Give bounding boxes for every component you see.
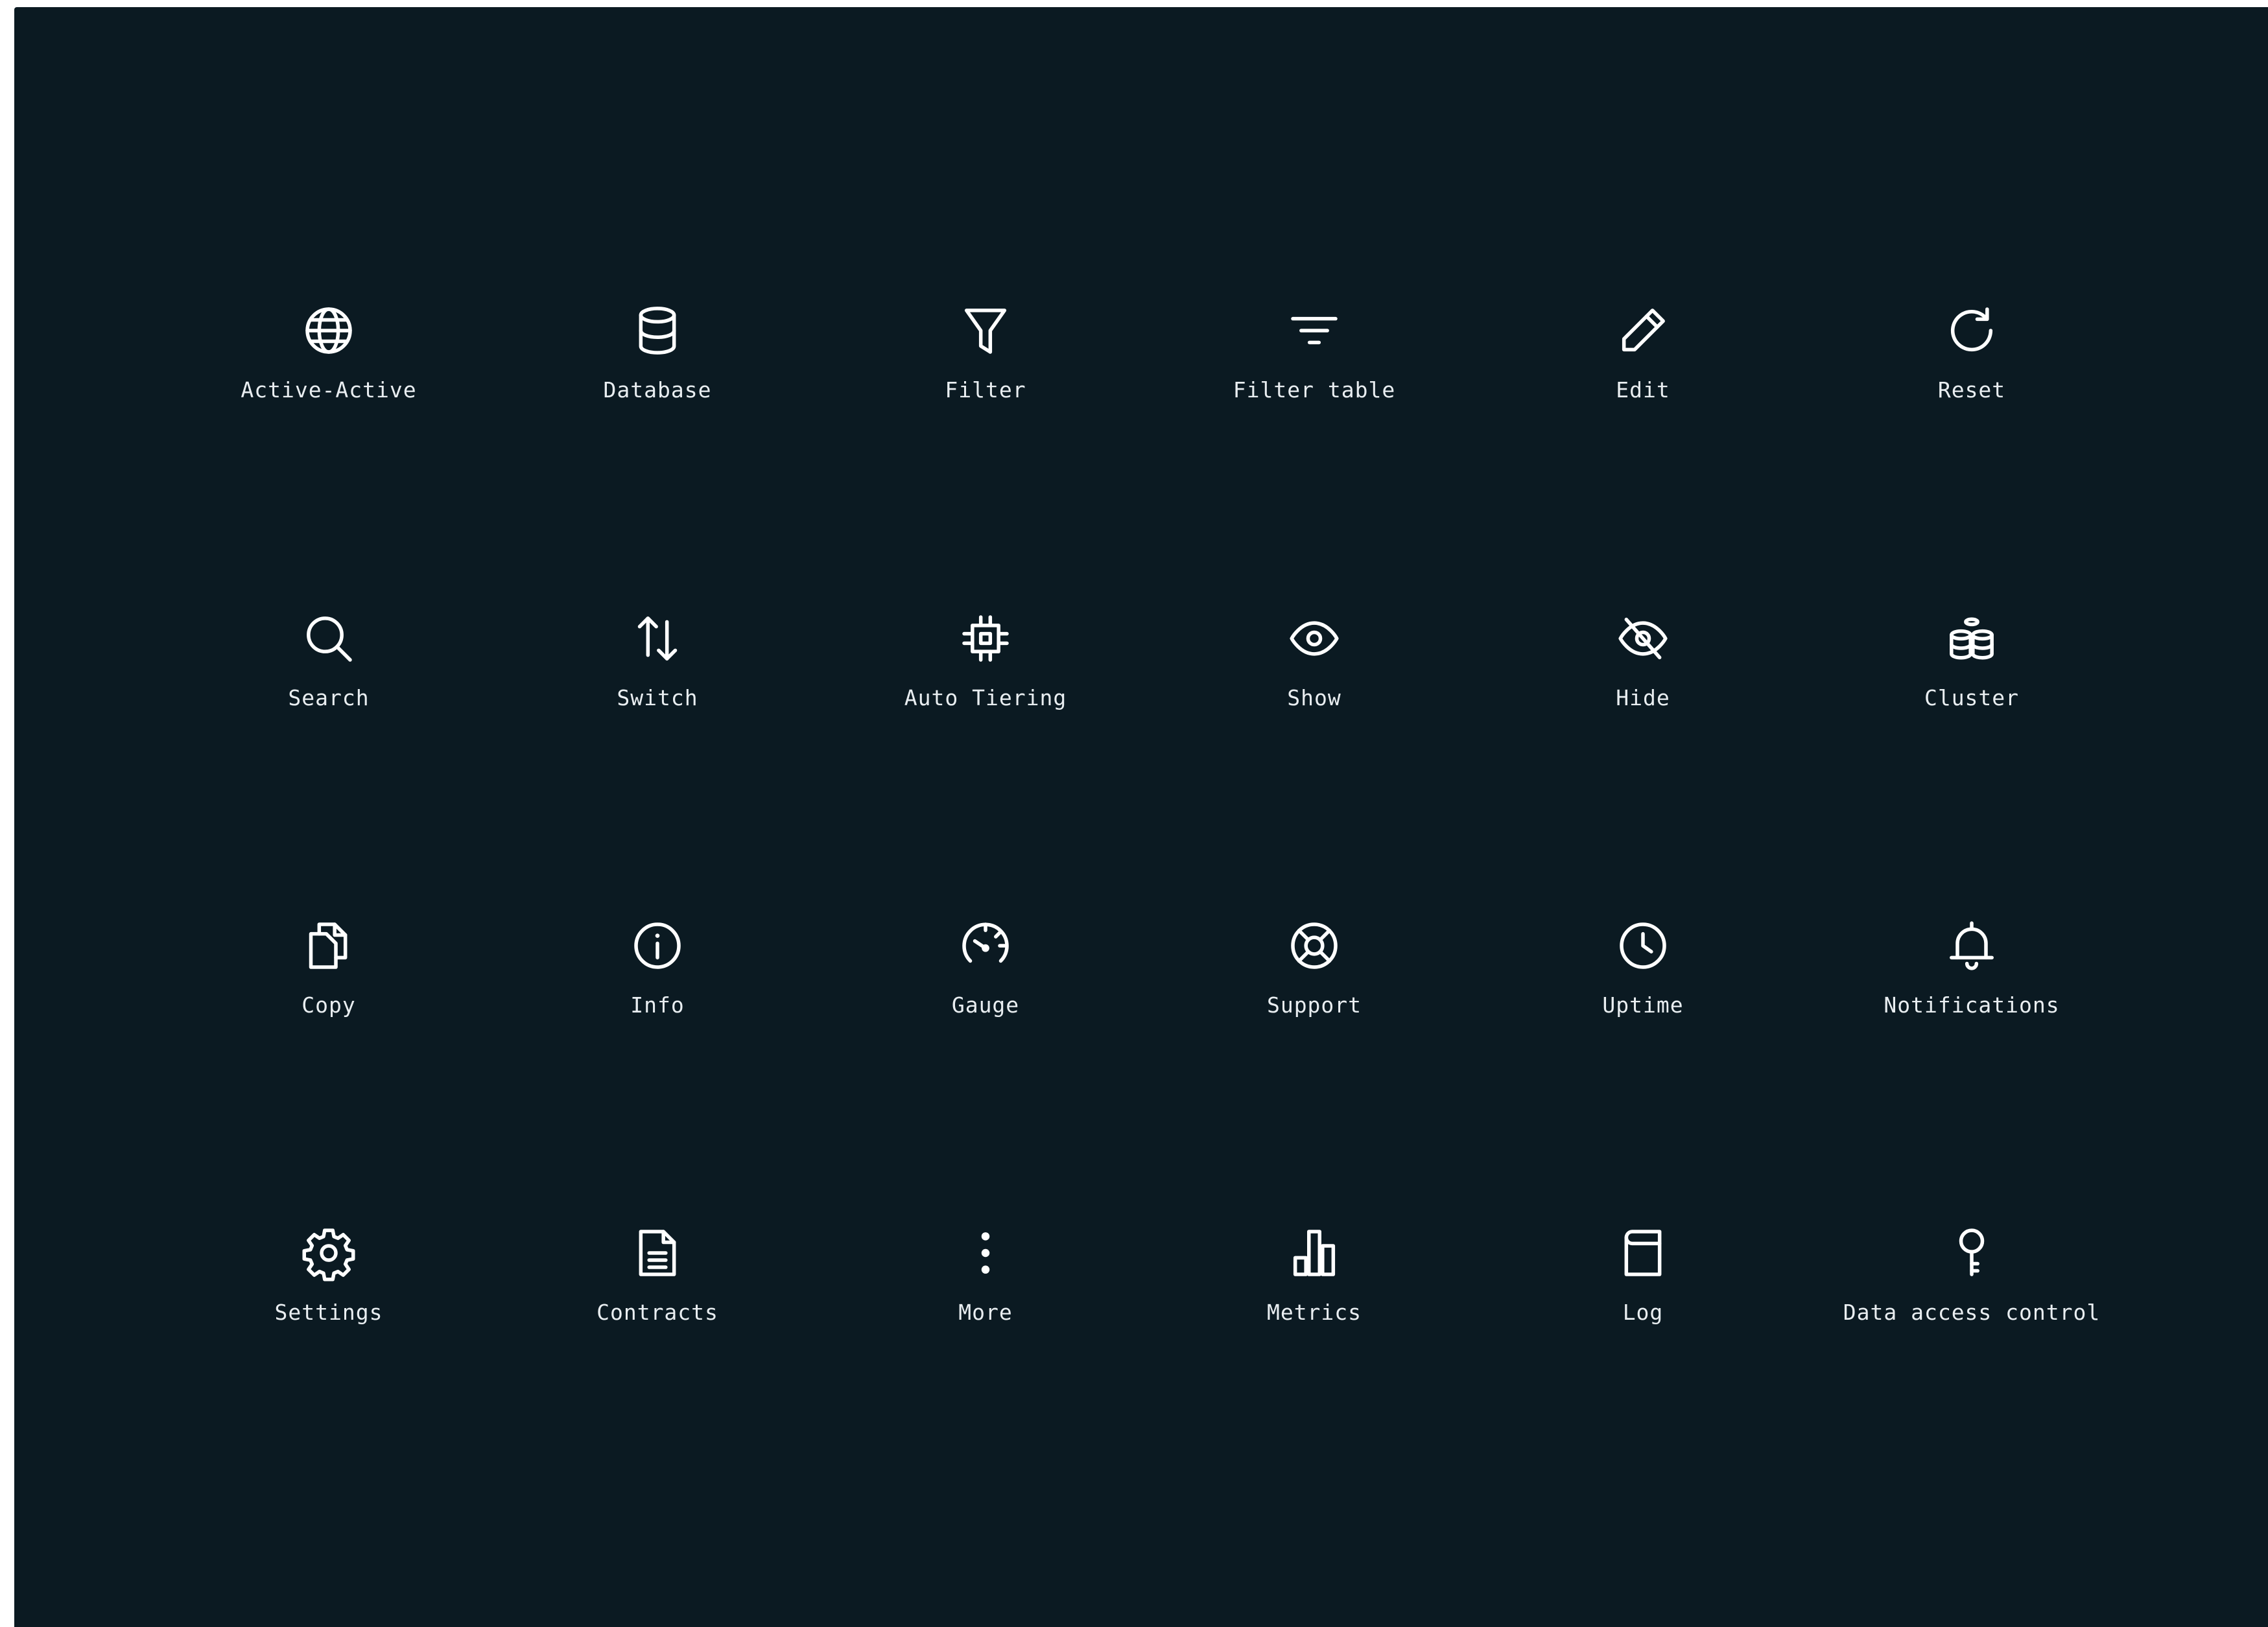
icon-label: Uptime — [1602, 992, 1684, 1018]
eye-icon — [1290, 621, 1339, 656]
arrows-up-down-icon — [637, 616, 678, 661]
icon-tile-hide[interactable]: Hide — [1500, 610, 1786, 766]
bar-chart-icon — [1293, 1230, 1336, 1276]
icon-tile-settings[interactable]: Settings — [186, 1224, 471, 1380]
database-icon — [639, 307, 676, 355]
icon-tile-info[interactable]: Info — [515, 917, 800, 1073]
icon-label: Info — [630, 992, 685, 1018]
bell-icon — [1950, 921, 1994, 970]
eye-off-icon — [1618, 617, 1668, 660]
icon-label: Show — [1287, 685, 1341, 710]
copy-icon — [309, 922, 348, 969]
icon-panel: Active-Active Database Filter Filter tab… — [14, 7, 2268, 1627]
icon-tile-uptime[interactable]: Uptime — [1500, 917, 1786, 1073]
gear-icon — [302, 1228, 355, 1282]
info-icon — [634, 922, 681, 969]
magnifier-icon — [307, 616, 352, 662]
rotate-cw-icon — [1950, 307, 1993, 352]
icon-tile-more[interactable]: More — [843, 1224, 1128, 1380]
icon-label: Metrics — [1266, 1300, 1362, 1325]
icon-label: Log — [1622, 1300, 1664, 1325]
icon-label: Switch — [617, 685, 698, 710]
icon-tile-filter-table[interactable]: Filter table — [1172, 302, 1457, 458]
icon-tile-active-active[interactable]: Active-Active — [186, 302, 471, 458]
icon-tile-gauge[interactable]: Gauge — [843, 917, 1128, 1073]
icon-label: Settings — [274, 1300, 383, 1325]
icon-tile-database[interactable]: Database — [515, 302, 800, 458]
icon-label: Database — [603, 377, 712, 403]
icon-tile-copy[interactable]: Copy — [186, 917, 471, 1073]
icon-tile-notifications[interactable]: Notifications — [1829, 917, 2114, 1073]
icon-tile-show[interactable]: Show — [1172, 610, 1457, 766]
icon-tile-search[interactable]: Search — [186, 610, 471, 766]
funnel-icon — [964, 309, 1007, 354]
document-icon — [639, 1230, 676, 1276]
icon-tile-data-access-control[interactable]: Data access control — [1829, 1224, 2114, 1380]
icon-tile-metrics[interactable]: Metrics — [1172, 1224, 1457, 1380]
icon-tile-cluster[interactable]: Cluster — [1829, 610, 2114, 766]
icon-tile-auto-tiering[interactable]: Auto Tiering — [843, 610, 1128, 766]
icon-label: Search — [288, 685, 370, 710]
icon-label: Filter table — [1233, 377, 1396, 403]
chip-icon — [962, 615, 1009, 662]
icon-label: More — [958, 1300, 1013, 1325]
icon-label: Cluster — [1924, 685, 2020, 710]
icon-label: Notifications — [1884, 992, 2060, 1018]
icon-tile-support[interactable]: Support — [1172, 917, 1457, 1073]
icon-tile-switch[interactable]: Switch — [515, 610, 800, 766]
icon-tile-edit[interactable]: Edit — [1500, 302, 1786, 458]
gauge-icon — [962, 922, 1009, 963]
icon-label: Contracts — [597, 1300, 718, 1325]
icon-tile-filter[interactable]: Filter — [843, 302, 1128, 458]
more-vertical-icon — [981, 1232, 990, 1274]
icon-label: Edit — [1616, 377, 1670, 403]
database-cluster-icon — [1950, 617, 1994, 660]
pencil-icon — [1622, 309, 1665, 352]
icon-tile-reset[interactable]: Reset — [1829, 302, 2114, 458]
icon-label: Active-Active — [241, 377, 417, 403]
icon-label: Auto Tiering — [904, 685, 1067, 710]
icon-grid: Active-Active Database Filter Filter tab… — [14, 7, 2268, 1627]
icon-label: Gauge — [951, 992, 1020, 1018]
icon-tile-log[interactable]: Log — [1500, 1224, 1786, 1380]
icon-label: Copy — [301, 992, 356, 1018]
key-icon — [1959, 1228, 1985, 1276]
icon-label: Filter — [945, 377, 1026, 403]
icon-label: Support — [1266, 992, 1362, 1018]
filter-lines-icon — [1291, 316, 1338, 345]
icon-label: Reset — [1937, 377, 2006, 403]
icon-label: Data access control — [1843, 1300, 2101, 1325]
globe-icon — [305, 307, 352, 354]
life-buoy-icon — [1291, 922, 1338, 969]
clock-icon — [1620, 922, 1666, 969]
icon-label: Hide — [1616, 685, 1670, 710]
log-icon — [1624, 1230, 1662, 1276]
icon-tile-contracts[interactable]: Contracts — [515, 1224, 800, 1380]
